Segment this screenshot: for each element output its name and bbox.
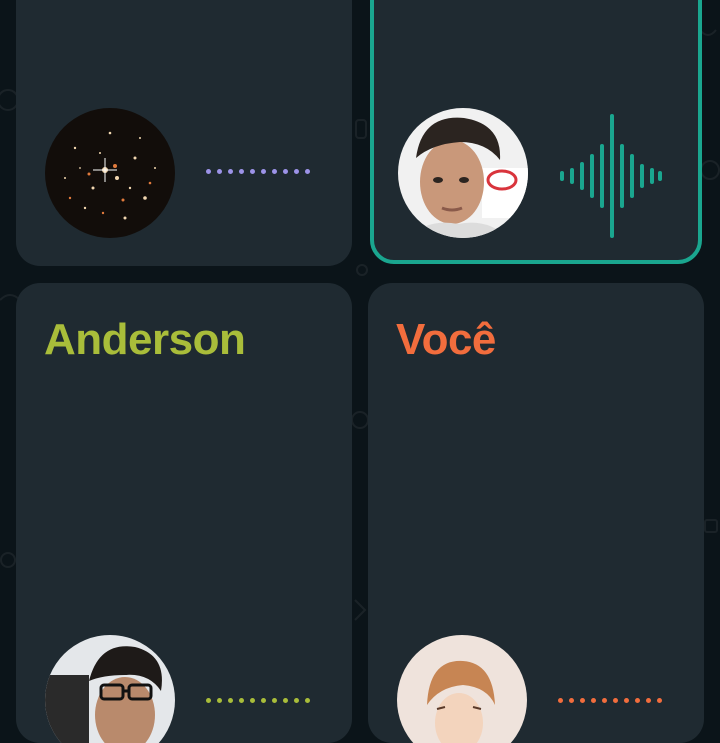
muted-dots-indicator bbox=[206, 698, 310, 703]
participant-avatar bbox=[45, 635, 175, 743]
participant-name: Você bbox=[396, 315, 496, 364]
participant-avatar bbox=[398, 108, 528, 238]
participant-avatar bbox=[45, 108, 175, 238]
muted-dots-indicator bbox=[206, 169, 310, 174]
participant-avatar bbox=[397, 635, 527, 743]
participant-tile[interactable] bbox=[16, 0, 352, 266]
participant-name: Anderson bbox=[44, 315, 246, 364]
participant-tile[interactable]: Anderson bbox=[16, 283, 352, 743]
muted-dots-indicator bbox=[558, 698, 662, 703]
participant-tile-self[interactable]: Você bbox=[368, 283, 704, 743]
speaking-waveform-icon bbox=[560, 114, 662, 238]
participant-tile-speaking[interactable] bbox=[370, 0, 702, 264]
